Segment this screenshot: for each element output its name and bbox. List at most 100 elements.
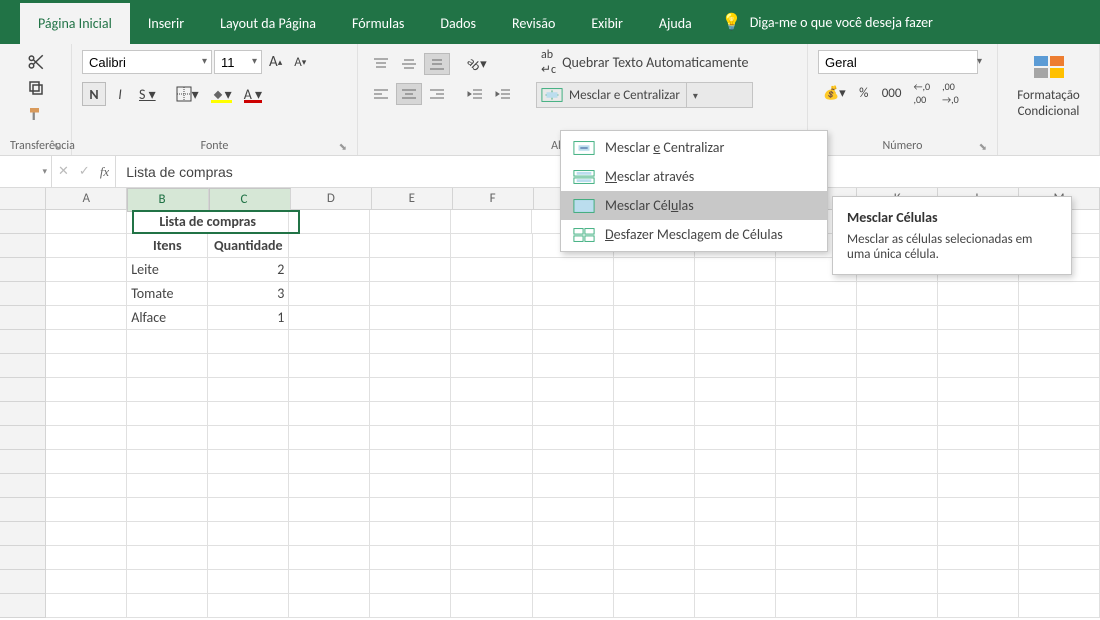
cell[interactable] [857, 546, 938, 570]
cell[interactable] [695, 354, 776, 378]
conditional-formatting-button[interactable]: Formatação Condicional [1008, 50, 1089, 123]
cell[interactable] [127, 594, 208, 618]
cell[interactable] [857, 330, 938, 354]
row-header-12[interactable] [0, 474, 46, 498]
cell[interactable] [46, 426, 127, 450]
cell[interactable] [614, 354, 695, 378]
cell[interactable] [289, 330, 370, 354]
comma-style-button[interactable]: 000 [877, 82, 907, 104]
cell[interactable] [533, 378, 614, 402]
row-header-8[interactable] [0, 378, 46, 402]
percent-button[interactable]: % [853, 82, 875, 104]
cell[interactable] [370, 378, 451, 402]
cell[interactable] [857, 282, 938, 306]
cell[interactable] [695, 498, 776, 522]
cell[interactable] [938, 306, 1019, 330]
cell[interactable] [533, 330, 614, 354]
cell[interactable] [46, 570, 127, 594]
cell[interactable] [208, 570, 289, 594]
align-left-button[interactable] [368, 83, 394, 105]
row-header-7[interactable] [0, 354, 46, 378]
cell[interactable] [127, 546, 208, 570]
cell[interactable]: 3 [208, 282, 289, 306]
cell[interactable] [289, 258, 370, 282]
cell[interactable] [289, 210, 370, 234]
cell[interactable]: Quantidade [208, 234, 289, 258]
cell[interactable] [289, 354, 370, 378]
cell[interactable] [938, 402, 1019, 426]
cell[interactable] [451, 474, 532, 498]
cell[interactable] [46, 210, 127, 234]
cell[interactable]: Lista de compras [127, 210, 289, 234]
cell[interactable] [451, 330, 532, 354]
cell[interactable] [451, 522, 532, 546]
cell[interactable] [614, 378, 695, 402]
cell[interactable] [776, 474, 857, 498]
row-header-3[interactable] [0, 258, 46, 282]
cell[interactable] [614, 258, 695, 282]
merge-center-split-button[interactable]: Mesclar e Centralizar ▾ [536, 82, 753, 108]
cell[interactable] [614, 450, 695, 474]
decrease-font-button[interactable]: A▾ [289, 51, 311, 73]
underline-button[interactable]: S ▾ [134, 82, 161, 106]
cell[interactable] [208, 546, 289, 570]
cell[interactable] [1019, 522, 1100, 546]
font-color-button[interactable]: A ▾ [239, 82, 267, 106]
cell[interactable] [533, 354, 614, 378]
cell[interactable] [533, 426, 614, 450]
cell[interactable] [857, 474, 938, 498]
tab-help[interactable]: Ajuda [641, 3, 710, 44]
cell[interactable] [938, 330, 1019, 354]
cell[interactable] [938, 378, 1019, 402]
cell[interactable] [451, 450, 532, 474]
cell[interactable] [289, 426, 370, 450]
cell[interactable] [289, 594, 370, 618]
cell[interactable] [208, 522, 289, 546]
cell[interactable] [46, 330, 127, 354]
cell[interactable] [614, 426, 695, 450]
wrap-text-button[interactable]: ab↵c Quebrar Texto Automaticamente [536, 50, 753, 74]
unmerge-item[interactable]: Desfazer Mesclagem de Células [561, 220, 827, 249]
cell[interactable] [451, 570, 532, 594]
cell[interactable] [776, 594, 857, 618]
cell[interactable] [46, 378, 127, 402]
row-header-1[interactable] [0, 210, 46, 234]
cell[interactable] [533, 282, 614, 306]
cell[interactable] [1019, 546, 1100, 570]
cell[interactable] [695, 306, 776, 330]
cell[interactable] [451, 234, 532, 258]
row-header-15[interactable] [0, 546, 46, 570]
cell[interactable] [533, 474, 614, 498]
cell[interactable] [289, 522, 370, 546]
cell[interactable] [938, 474, 1019, 498]
cell[interactable] [695, 570, 776, 594]
cell[interactable] [614, 522, 695, 546]
cell[interactable] [46, 474, 127, 498]
cell[interactable]: 1 [208, 306, 289, 330]
cell[interactable] [614, 594, 695, 618]
cell[interactable] [1019, 594, 1100, 618]
cell[interactable] [1019, 402, 1100, 426]
cell[interactable] [857, 570, 938, 594]
cell[interactable] [46, 594, 127, 618]
cell[interactable] [614, 570, 695, 594]
name-box[interactable] [0, 156, 52, 187]
cell[interactable] [289, 378, 370, 402]
merge-across-item[interactable]: Mesclar através [561, 162, 827, 191]
cell[interactable] [370, 210, 451, 234]
cell[interactable] [208, 426, 289, 450]
cell[interactable] [127, 426, 208, 450]
cell[interactable] [1019, 282, 1100, 306]
fill-color-button[interactable]: ▾ [206, 82, 237, 106]
row-header-9[interactable] [0, 402, 46, 426]
cell[interactable] [614, 282, 695, 306]
tab-home[interactable]: Página Inicial [20, 3, 130, 44]
row-header-6[interactable] [0, 330, 46, 354]
tab-view[interactable]: Exibir [573, 3, 641, 44]
cell[interactable] [451, 594, 532, 618]
column-header-D[interactable]: D [291, 188, 372, 209]
increase-decimal-button[interactable]: ←,0,00 [909, 82, 936, 104]
column-header-C[interactable]: C [209, 188, 291, 212]
cell[interactable] [46, 498, 127, 522]
borders-button[interactable]: ▾ [171, 82, 204, 106]
